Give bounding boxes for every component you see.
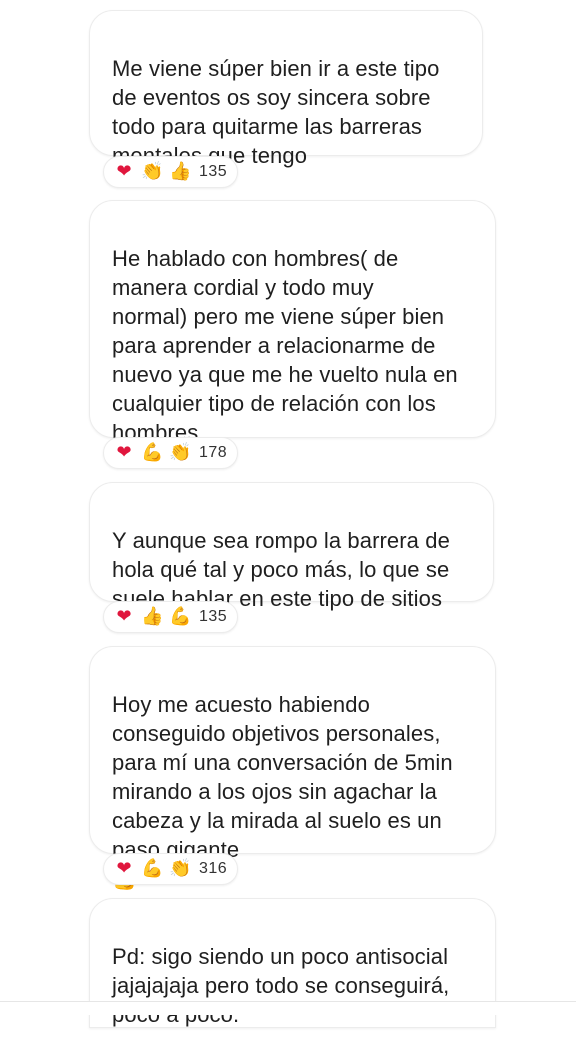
clapping-hands-icon: 👏: [169, 858, 192, 879]
message-bubble-1[interactable]: Me viene súper bien ir a este tipo de ev…: [89, 10, 483, 168]
reaction-count: 135: [199, 163, 228, 180]
bottom-divider: [0, 1001, 576, 1015]
clapping-hands-icon: 👏: [169, 442, 192, 463]
reactions-bar-1[interactable]: ❤ 👏 👍 135: [103, 156, 239, 188]
flexed-biceps-icon: 💪: [169, 606, 192, 627]
thumbs-up-icon: 👍: [169, 161, 192, 182]
red-heart-icon: ❤: [116, 606, 132, 627]
red-heart-icon: ❤: [116, 442, 132, 463]
message-text: Pd: sigo siendo un poco antisocial jajaj…: [112, 944, 450, 1027]
flexed-biceps-icon: 💪: [141, 442, 164, 463]
reactions-bar-2[interactable]: ❤ 💪 👏 178: [103, 437, 239, 469]
reaction-count: 135: [199, 608, 228, 625]
reactions-bar-3[interactable]: ❤ 👍 💪 135: [103, 601, 239, 633]
reactions-bar-4[interactable]: ❤ 💪 👏 316: [103, 853, 239, 885]
reaction-count: 178: [199, 444, 228, 461]
red-heart-icon: ❤: [116, 858, 132, 879]
message-text: Hoy me acuesto habiendo conseguido objet…: [112, 692, 453, 862]
message-bubble-2[interactable]: He hablado con hombres( de manera cordia…: [89, 200, 496, 445]
message-text: Y aunque sea rompo la barrera de hola qu…: [112, 528, 450, 611]
message-bubble-4[interactable]: Hoy me acuesto habiendo conseguido objet…: [89, 646, 496, 891]
thumbs-up-icon: 👍: [141, 606, 164, 627]
reaction-count: 316: [199, 860, 228, 877]
message-bubble-3[interactable]: Y aunque sea rompo la barrera de hola qu…: [89, 482, 494, 611]
message-text: He hablado con hombres( de manera cordia…: [112, 246, 458, 445]
message-text: Me viene súper bien ir a este tipo de ev…: [112, 56, 440, 168]
flexed-biceps-icon: 💪: [141, 858, 164, 879]
red-heart-icon: ❤: [116, 161, 132, 182]
clapping-hands-icon: 👏: [141, 161, 164, 182]
